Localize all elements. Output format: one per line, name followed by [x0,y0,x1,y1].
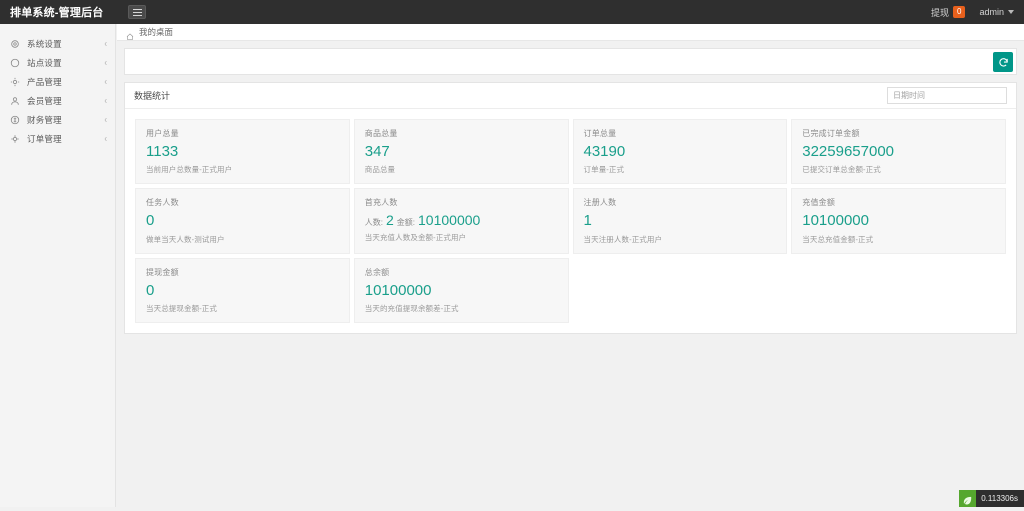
stat-label: 总余额 [365,267,558,278]
gear-icon [10,39,20,49]
stat-description: 当天的充值提现余额差-正式 [365,303,558,314]
admin-label: admin [979,7,1004,17]
amount-value: 10100000 [418,212,480,228]
stat-card-withdraw-amount: 提现金额 0 当天总提现金额-正式 [135,258,350,323]
hamburger-icon [133,12,142,13]
stat-card-total-users: 用户总量 1133 当前用户总数量-正式用户 [135,119,350,184]
stat-card-total-products: 商品总量 347 商品总量 [354,119,569,184]
stat-value: 1133 [146,143,339,160]
stat-value: 0 [146,212,339,229]
withdraw-count-badge: 0 [953,6,965,18]
leaf-icon-container [959,490,976,507]
stat-card-registrations: 注册人数 1 当天注册人数-正式用户 [573,188,788,253]
sidebar-item-system-settings[interactable]: 系统设置 ‹ [0,34,115,53]
sidebar-item-product-management[interactable]: 产品管理 ‹ [0,72,115,91]
globe-icon [10,58,20,68]
app-title: 排单系统-管理后台 [0,0,116,24]
amount-prefix-label: 金额: [397,218,415,227]
sidebar-item-label: 系统设置 [27,38,97,50]
chevron-down-icon [1008,10,1014,14]
stat-label: 提现金额 [146,267,339,278]
sidebar-item-order-management[interactable]: 订单管理 ‹ [0,129,115,148]
sidebar-top-spacer [0,24,115,34]
stat-description: 当前用户总数量-正式用户 [146,164,339,175]
chevron-left-icon: ‹ [104,96,107,106]
stat-value: 0 [146,282,339,299]
chevron-left-icon: ‹ [104,77,107,87]
stat-value: 347 [365,143,558,160]
stat-value-compound: 人数: 2 金额: 10100000 [365,212,558,228]
home-icon [126,28,134,36]
sidebar-item-label: 产品管理 [27,76,97,88]
panel-header: 数据统计 [125,83,1016,109]
stat-card-completed-order-amount: 已完成订单金额 32259657000 已提交订单总金额-正式 [791,119,1006,184]
header-right-actions: 提现 0 admin [931,6,1024,19]
stat-label: 已完成订单金额 [802,128,995,139]
elapsed-time-text: 0.113306s [981,494,1018,503]
sidebar-item-site-settings[interactable]: 站点设置 ‹ [0,53,115,72]
stat-card-total-orders: 订单总量 43190 订单量-正式 [573,119,788,184]
stat-cards-grid: 用户总量 1133 当前用户总数量-正式用户 商品总量 347 商品总量 订单总… [125,109,1016,333]
stat-value: 10100000 [802,212,995,229]
cube-icon [10,77,20,87]
stat-value: 1 [584,212,777,229]
stat-value: 32259657000 [802,143,995,160]
withdraw-label: 提现 [931,6,949,19]
chevron-left-icon: ‹ [104,58,107,68]
stat-label: 注册人数 [584,197,777,208]
stat-description: 做单当天人数-测试用户 [146,234,339,245]
stat-label: 用户总量 [146,128,339,139]
chevron-left-icon: ‹ [104,115,107,125]
admin-account-menu[interactable]: admin [979,7,1014,17]
stat-label: 订单总量 [584,128,777,139]
stat-description: 当天总充值金额-正式 [802,234,995,245]
content-toolbar [124,48,1017,75]
chevron-left-icon: ‹ [104,39,107,49]
refresh-button[interactable] [993,52,1013,72]
stat-value: 43190 [584,143,777,160]
sidebar-item-label: 站点设置 [27,57,97,69]
people-count-value: 2 [386,212,394,228]
stat-description: 当天注册人数-正式用户 [584,234,777,245]
stat-label: 首充人数 [365,197,558,208]
date-range-input[interactable] [887,87,1007,104]
stat-value: 10100000 [365,282,558,299]
stat-description: 当天总提现金额-正式 [146,303,339,314]
stat-card-total-balance: 总余额 10100000 当天的充值提现余额差-正式 [354,258,569,323]
performance-badge: 0.113306s [959,490,1024,507]
money-icon [10,115,20,125]
user-icon [10,96,20,106]
cart-icon [10,134,20,144]
stat-description: 当天充值人数及金额-正式用户 [365,232,558,243]
stat-label: 商品总量 [365,128,558,139]
breadcrumb-current: 我的桌面 [139,26,173,38]
breadcrumb: 我的桌面 [117,24,1024,41]
sidebar: 系统设置 ‹ 站点设置 ‹ 产品管理 ‹ 会员管理 ‹ [0,24,116,507]
sidebar-item-finance-management[interactable]: 财务管理 ‹ [0,110,115,129]
stat-card-first-recharge: 首充人数 人数: 2 金额: 10100000 当天充值人数及金额-正式用户 [354,188,569,253]
top-header-bar: 排单系统-管理后台 提现 0 admin [0,0,1024,24]
main-content: 我的桌面 数据统计 用户总量 1133 当前用户总数量-正式用户 商品总量 34… [117,24,1024,507]
sidebar-item-member-management[interactable]: 会员管理 ‹ [0,91,115,110]
stat-label: 充值金额 [802,197,995,208]
withdraw-notification-button[interactable]: 提现 0 [931,6,965,19]
refresh-icon [998,56,1009,67]
panel-title: 数据统计 [134,89,170,102]
sidebar-item-label: 会员管理 [27,95,97,107]
chevron-left-icon: ‹ [104,134,107,144]
stat-description: 订单量-正式 [584,164,777,175]
sidebar-item-label: 订单管理 [27,133,97,145]
sidebar-item-label: 财务管理 [27,114,97,126]
stat-card-recharge-amount: 充值金额 10100000 当天总充值金额-正式 [791,188,1006,253]
stat-label: 任务人数 [146,197,339,208]
statistics-panel: 数据统计 用户总量 1133 当前用户总数量-正式用户 商品总量 347 商品总… [124,82,1017,334]
stat-description: 商品总量 [365,164,558,175]
menu-toggle-button[interactable] [128,5,146,19]
stat-description: 已提交订单总金额-正式 [802,164,995,175]
leaf-icon [962,493,973,504]
stat-card-task-users: 任务人数 0 做单当天人数-测试用户 [135,188,350,253]
people-prefix-label: 人数: [365,218,383,227]
